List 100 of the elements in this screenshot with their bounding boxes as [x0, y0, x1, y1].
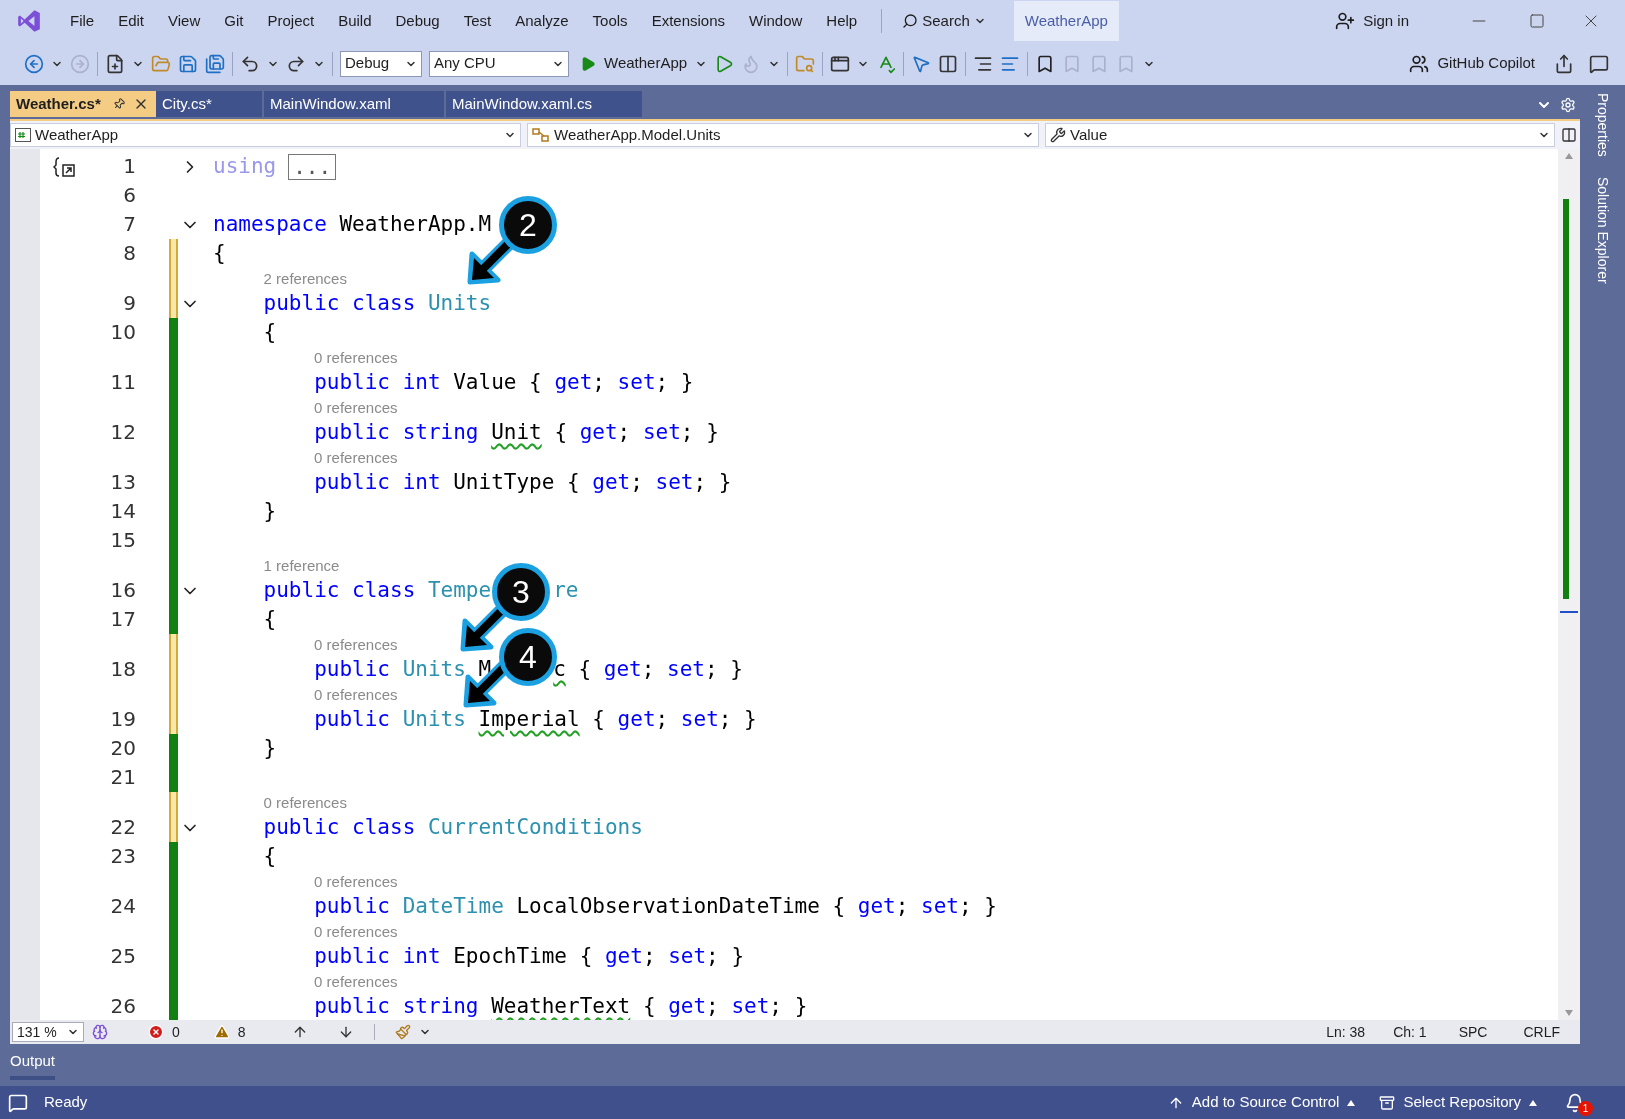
code-token: Units	[427, 289, 492, 317]
code-token: Units	[402, 655, 466, 683]
menu-item[interactable]: Analyze	[503, 9, 581, 33]
line-number: 17	[110, 606, 136, 633]
line-endings[interactable]: CRLF	[1523, 1021, 1560, 1043]
code-token: ; }	[718, 705, 757, 733]
code-token: ; }	[680, 418, 719, 446]
menu-item[interactable]: Project	[255, 9, 327, 33]
document-tab[interactable]: MainWindow.xaml.cs	[446, 91, 642, 117]
code-token: Unit	[491, 418, 542, 446]
code-token: ; }	[704, 655, 743, 683]
menu-item[interactable]: Build	[326, 9, 384, 33]
line-number: 23	[110, 843, 136, 870]
code-token: {	[641, 992, 657, 1020]
code-token: public int	[313, 942, 442, 970]
codelens-references[interactable]: 1 reference	[263, 555, 340, 576]
add-to-source-control-button[interactable]: Add to Source Control	[1167, 1091, 1356, 1114]
start-button[interactable]: WeatherApp	[580, 52, 708, 75]
codelens-references[interactable]: 0 references	[314, 921, 398, 942]
menu-item[interactable]: Help	[814, 9, 870, 33]
document-tab[interactable]: City.cs*	[156, 91, 262, 117]
share-icon[interactable]	[1554, 53, 1574, 74]
codelens-references[interactable]: 0 references	[314, 871, 398, 892]
feedback-icon[interactable]	[1589, 53, 1609, 74]
new-item-icon[interactable]	[105, 53, 125, 74]
search-button[interactable]: Search	[894, 9, 994, 33]
caret-icon[interactable]	[1529, 1099, 1537, 1106]
configuration-dropdown[interactable]: Debug	[340, 50, 422, 77]
collapsed-code-box[interactable]: ...	[288, 153, 337, 180]
platform-dropdown[interactable]: Any CPU	[429, 50, 569, 77]
menu-item[interactable]: File	[58, 9, 107, 33]
code-token: WeatherApp.M	[339, 210, 492, 238]
menu-item[interactable]: Edit	[106, 9, 157, 33]
code-token: ;	[706, 992, 720, 1020]
code-token: public int	[313, 468, 442, 496]
codelens-references[interactable]: 0 references	[314, 347, 398, 368]
code-token: LocalObservationDateTime {	[515, 892, 847, 920]
cursor-line[interactable]: Ln: 38	[1326, 1021, 1366, 1043]
save-icon[interactable]	[178, 53, 198, 74]
menu-item[interactable]: Test	[451, 9, 504, 33]
code-token: public string	[313, 418, 480, 446]
codelens-references[interactable]: 0 references	[314, 971, 398, 992]
intellicode-icon[interactable]	[92, 1024, 108, 1040]
select-repository-button[interactable]: Select Repository	[1379, 1091, 1537, 1114]
cursor-column[interactable]: Ch: 1	[1393, 1021, 1427, 1043]
line-number: 13	[110, 469, 136, 496]
sign-in-button[interactable]: Sign in	[1335, 9, 1409, 33]
line-number: 21	[110, 764, 136, 791]
error-count[interactable]: 0	[172, 1021, 180, 1043]
code-token: namespace	[213, 210, 328, 238]
menu-item[interactable]: Git	[212, 9, 256, 33]
start-without-debugging-icon[interactable]	[714, 53, 735, 74]
member-dropdown[interactable]: Value	[1045, 123, 1555, 147]
repository-icon	[1379, 1094, 1396, 1111]
warning-count[interactable]: 8	[237, 1021, 246, 1043]
codelens-references[interactable]: 0 references	[314, 634, 398, 655]
codelens-references[interactable]: 0 references	[263, 792, 347, 813]
split-editor-icon[interactable]	[1561, 127, 1577, 143]
project-icon	[15, 128, 31, 142]
zoom-dropdown[interactable]: 131 %	[12, 1022, 84, 1042]
code-token: set	[642, 418, 681, 446]
side-panel-tab[interactable]: Solution Explorer	[1592, 176, 1613, 284]
codelens-references[interactable]: 0 references	[314, 447, 398, 468]
codelens-references[interactable]: 0 references	[314, 397, 398, 418]
type-dropdown[interactable]: WeatherApp.Model.Units	[527, 123, 1039, 147]
code-token: get	[592, 468, 631, 496]
error-icon[interactable]	[148, 1024, 164, 1040]
code-token: Units	[402, 705, 467, 733]
redo-icon[interactable]	[286, 53, 306, 74]
line-number: 26	[110, 993, 136, 1020]
code-token: WeatherText	[491, 992, 631, 1020]
codelens-references[interactable]: 0 references	[314, 684, 398, 705]
whitespace-mode[interactable]: SPC	[1458, 1021, 1488, 1043]
document-tab[interactable]: Weather.cs*	[10, 91, 156, 117]
save-all-icon[interactable]	[205, 53, 225, 74]
undo-icon[interactable]	[240, 53, 260, 74]
menu-item[interactable]: Tools	[580, 9, 640, 33]
code-token: ;	[592, 368, 606, 396]
class-icon	[532, 127, 550, 143]
back-icon[interactable]	[24, 53, 44, 74]
warning-icon[interactable]	[213, 1024, 230, 1040]
line-number: 25	[110, 943, 136, 970]
output-tab[interactable]: Output	[10, 1049, 56, 1081]
play-icon	[580, 55, 596, 72]
menu-item[interactable]: View	[156, 9, 213, 33]
settings-icon[interactable]	[1560, 97, 1576, 113]
menu-item[interactable]: Debug	[383, 9, 452, 33]
menu-item[interactable]: Extensions	[639, 9, 737, 33]
user-icon	[1335, 11, 1356, 31]
project-dropdown[interactable]: WeatherApp	[10, 123, 521, 147]
menu-item[interactable]: Window	[737, 9, 815, 33]
side-panel-tab[interactable]: Properties	[1592, 93, 1613, 157]
copilot-button[interactable]: GitHub Copilot	[1409, 52, 1535, 75]
codelens-references[interactable]: 2 references	[263, 268, 347, 289]
code-token: public string	[313, 992, 480, 1020]
caret-icon[interactable]	[1347, 1099, 1356, 1106]
document-tab[interactable]: MainWindow.xaml	[264, 91, 444, 117]
columns-icon[interactable]	[938, 53, 959, 74]
maximize-icon[interactable]	[1529, 13, 1545, 29]
code-cleanup-icon[interactable]	[394, 1024, 411, 1040]
